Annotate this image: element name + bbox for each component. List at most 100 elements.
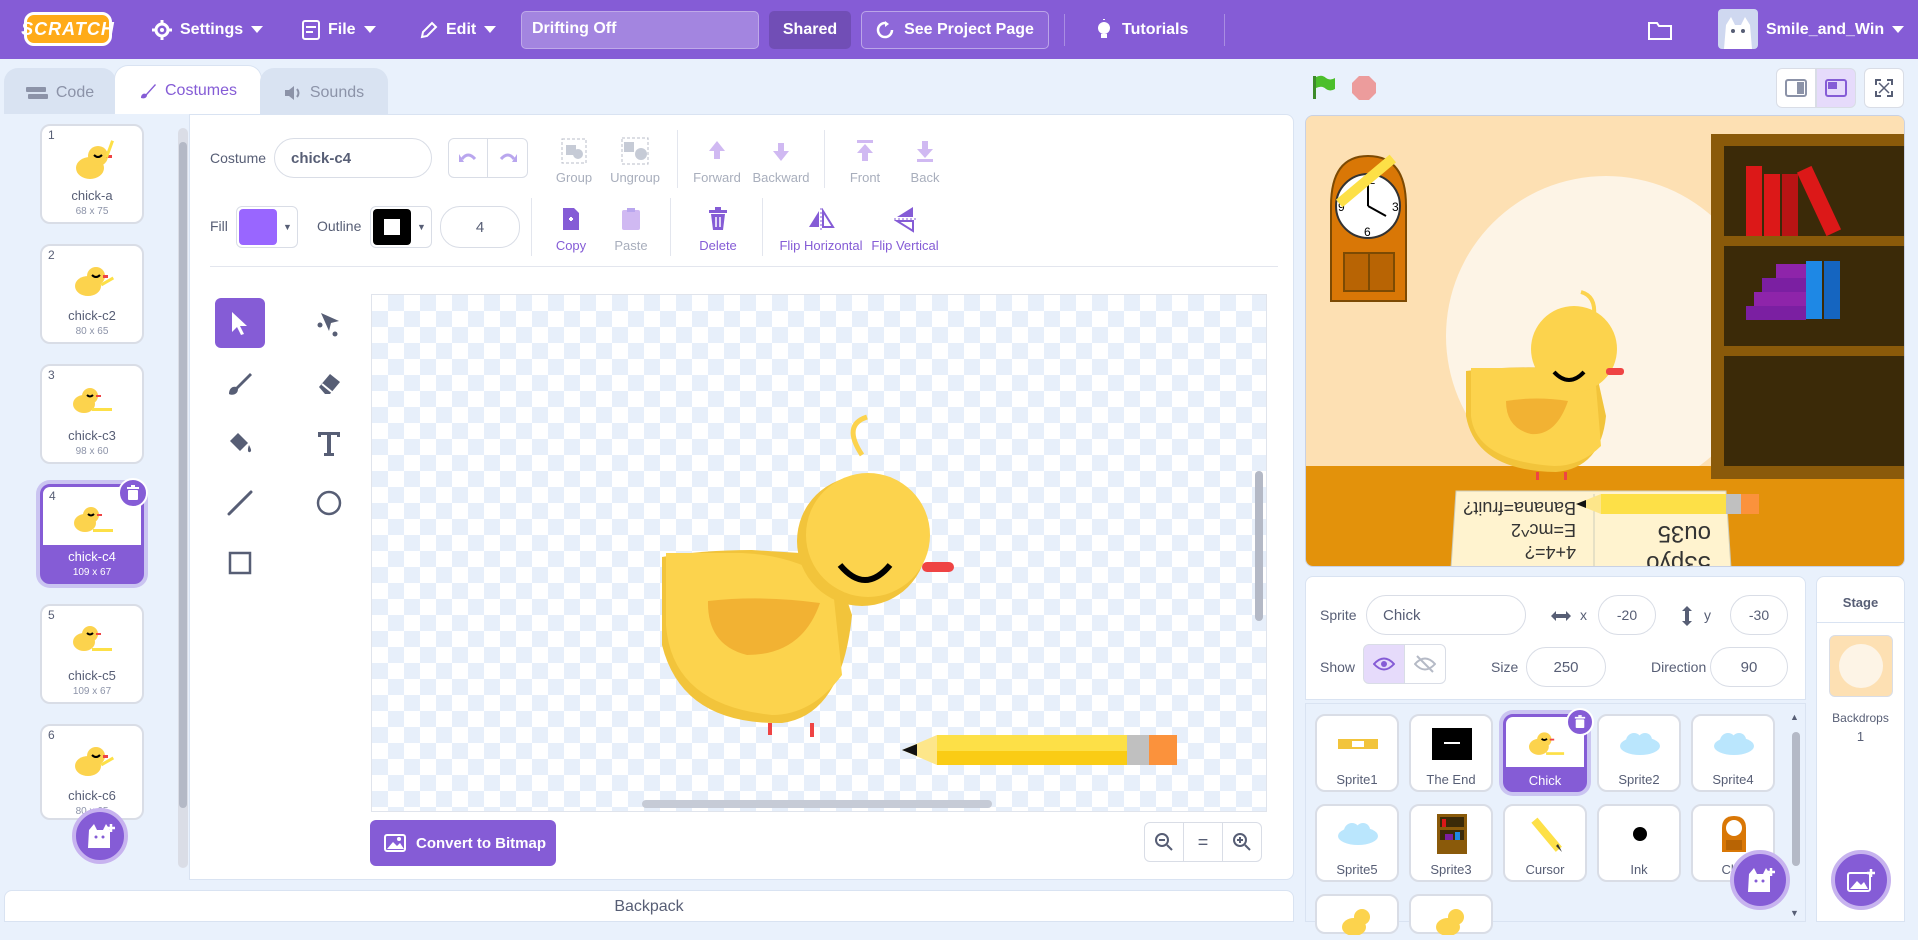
paint-canvas[interactable]: [371, 294, 1267, 812]
backpack[interactable]: Backpack: [4, 890, 1294, 922]
paste-button[interactable]: Paste: [608, 204, 654, 253]
flip-vertical-icon: [890, 204, 920, 234]
green-flag-button[interactable]: [1310, 74, 1336, 100]
direction-input[interactable]: 90: [1710, 647, 1788, 687]
back-button[interactable]: Back: [900, 136, 950, 185]
choose-sprite-button[interactable]: [1730, 850, 1790, 910]
shared-button[interactable]: Shared: [769, 11, 851, 49]
brush-tool[interactable]: [215, 358, 265, 408]
scroll-up-icon[interactable]: ▲: [1790, 712, 1799, 722]
settings-menu[interactable]: Settings: [152, 0, 264, 59]
file-menu[interactable]: File: [302, 0, 376, 59]
costume-tile-6[interactable]: 6 chick-c6 80 x 65: [40, 724, 144, 820]
costume-tile-1[interactable]: 1 chick-a 68 x 75: [40, 124, 144, 224]
size-input[interactable]: 250: [1526, 647, 1606, 687]
stage-canvas[interactable]: 12 3 6 9 4+4=? E=mc^2 Banana=fruit? 53ру…: [1305, 115, 1905, 567]
outline-width-input[interactable]: 4: [440, 206, 520, 248]
fill-color-picker[interactable]: ▼: [236, 206, 298, 248]
x-input[interactable]: -20: [1598, 595, 1656, 635]
backward-button[interactable]: Backward: [748, 136, 814, 185]
eraser-tool[interactable]: [304, 358, 354, 408]
ungroup-button[interactable]: Ungroup: [604, 136, 666, 185]
tab-sounds[interactable]: Sounds: [260, 68, 388, 116]
account-menu[interactable]: Smile_and_Win: [1766, 0, 1905, 59]
delete-sprite-button[interactable]: [1566, 708, 1594, 736]
zoom-out-button[interactable]: [1144, 822, 1184, 862]
tutorials-button[interactable]: Tutorials: [1094, 0, 1188, 59]
forward-button[interactable]: Forward: [688, 136, 746, 185]
edit-menu[interactable]: Edit: [420, 0, 497, 59]
my-stuff-button[interactable]: [1648, 0, 1672, 59]
sprite-tile-sprite2[interactable]: Sprite2: [1597, 714, 1681, 792]
costume-tile-3[interactable]: 3 chick-c3 98 x 60: [40, 364, 144, 464]
sprite-tile-sprite4[interactable]: Sprite4: [1691, 714, 1775, 792]
chick-thumbnail: [75, 267, 115, 296]
sprite-tile-sprite1[interactable]: Sprite1: [1315, 714, 1399, 792]
canvas-horizontal-scrollbar[interactable]: [642, 800, 992, 808]
choose-costume-button[interactable]: [72, 808, 128, 864]
clock-three: 3: [1392, 200, 1399, 214]
front-button[interactable]: Front: [840, 136, 890, 185]
paste-icon: [616, 204, 646, 234]
outline-color-picker[interactable]: ▼: [370, 206, 432, 248]
settings-label: Settings: [180, 20, 244, 38]
delete-button[interactable]: Delete: [690, 204, 746, 253]
sprite-tile-the-end[interactable]: The End: [1409, 714, 1493, 792]
scroll-down-icon[interactable]: ▼: [1790, 908, 1799, 918]
rectangle-tool[interactable]: [215, 538, 265, 588]
sprite-tile-partial[interactable]: [1409, 894, 1493, 935]
costume-tile-5[interactable]: 5 chick-c5 109 x 67: [40, 604, 144, 704]
see-project-page-button[interactable]: See Project Page: [861, 11, 1049, 49]
canvas-vertical-scrollbar[interactable]: [1255, 471, 1263, 621]
flip-horizontal-button[interactable]: Flip Horizontal: [776, 204, 866, 253]
costume-tile-2[interactable]: 2 chick-c2 80 x 65: [40, 244, 144, 344]
copy-button[interactable]: Copy: [548, 204, 594, 253]
costume-number: 6: [48, 728, 55, 742]
group-button[interactable]: Group: [546, 136, 602, 185]
costume-size: 109 x 67: [72, 567, 112, 578]
tab-costumes[interactable]: Costumes: [114, 65, 262, 116]
zoom-in-button[interactable]: [1222, 822, 1262, 862]
show-sprite-button[interactable]: [1363, 644, 1405, 684]
circle-tool[interactable]: [304, 478, 354, 528]
delete-costume-button[interactable]: [118, 478, 148, 508]
sprite-list-scroll-thumb[interactable]: [1792, 732, 1800, 866]
redo-button[interactable]: [488, 139, 527, 177]
costume-name-input[interactable]: chick-c4: [274, 138, 432, 178]
sprite-name-input[interactable]: Chick: [1366, 595, 1526, 635]
large-stage-button[interactable]: [1816, 68, 1856, 108]
choose-backdrop-button[interactable]: [1831, 850, 1891, 910]
undo-button[interactable]: [449, 139, 489, 177]
select-tool[interactable]: [215, 298, 265, 348]
fill-tool[interactable]: [215, 418, 265, 468]
large-stage-icon: [1825, 79, 1847, 97]
tab-code[interactable]: Code: [4, 68, 116, 116]
y-input[interactable]: -30: [1730, 595, 1788, 635]
sprite-tile-partial[interactable]: [1315, 894, 1399, 935]
backdrops-label: Backdrops: [1832, 711, 1889, 725]
horizontal-arrows-icon: [1551, 611, 1571, 621]
see-project-label: See Project Page: [904, 21, 1034, 38]
rectangle-icon: [228, 551, 252, 575]
flip-vertical-button[interactable]: Flip Vertical: [868, 204, 942, 253]
avatar[interactable]: [1718, 9, 1758, 49]
stop-button[interactable]: [1351, 75, 1377, 101]
hide-sprite-button[interactable]: [1404, 644, 1446, 684]
costume-list-scroll-thumb[interactable]: [179, 142, 187, 808]
sprite-tile-ink[interactable]: Ink: [1597, 804, 1681, 882]
sprite-tile-sprite3[interactable]: Sprite3: [1409, 804, 1493, 882]
small-stage-button[interactable]: [1776, 68, 1816, 108]
convert-to-bitmap-button[interactable]: Convert to Bitmap: [370, 820, 556, 866]
project-title-input[interactable]: Drifting Off: [521, 11, 759, 49]
scratch-logo[interactable]: SCRATCH: [21, 12, 114, 46]
reshape-tool[interactable]: [304, 298, 354, 348]
trash-icon: [703, 204, 733, 234]
fullscreen-button[interactable]: [1864, 68, 1904, 108]
sprite-tile-sprite5[interactable]: Sprite5: [1315, 804, 1399, 882]
backward-label: Backward: [752, 170, 810, 185]
brush-icon: [229, 373, 252, 395]
sprite-tile-cursor[interactable]: Cursor: [1503, 804, 1587, 882]
line-tool[interactable]: [215, 478, 265, 528]
zoom-reset-button[interactable]: =: [1183, 822, 1223, 862]
text-tool[interactable]: [304, 418, 354, 468]
